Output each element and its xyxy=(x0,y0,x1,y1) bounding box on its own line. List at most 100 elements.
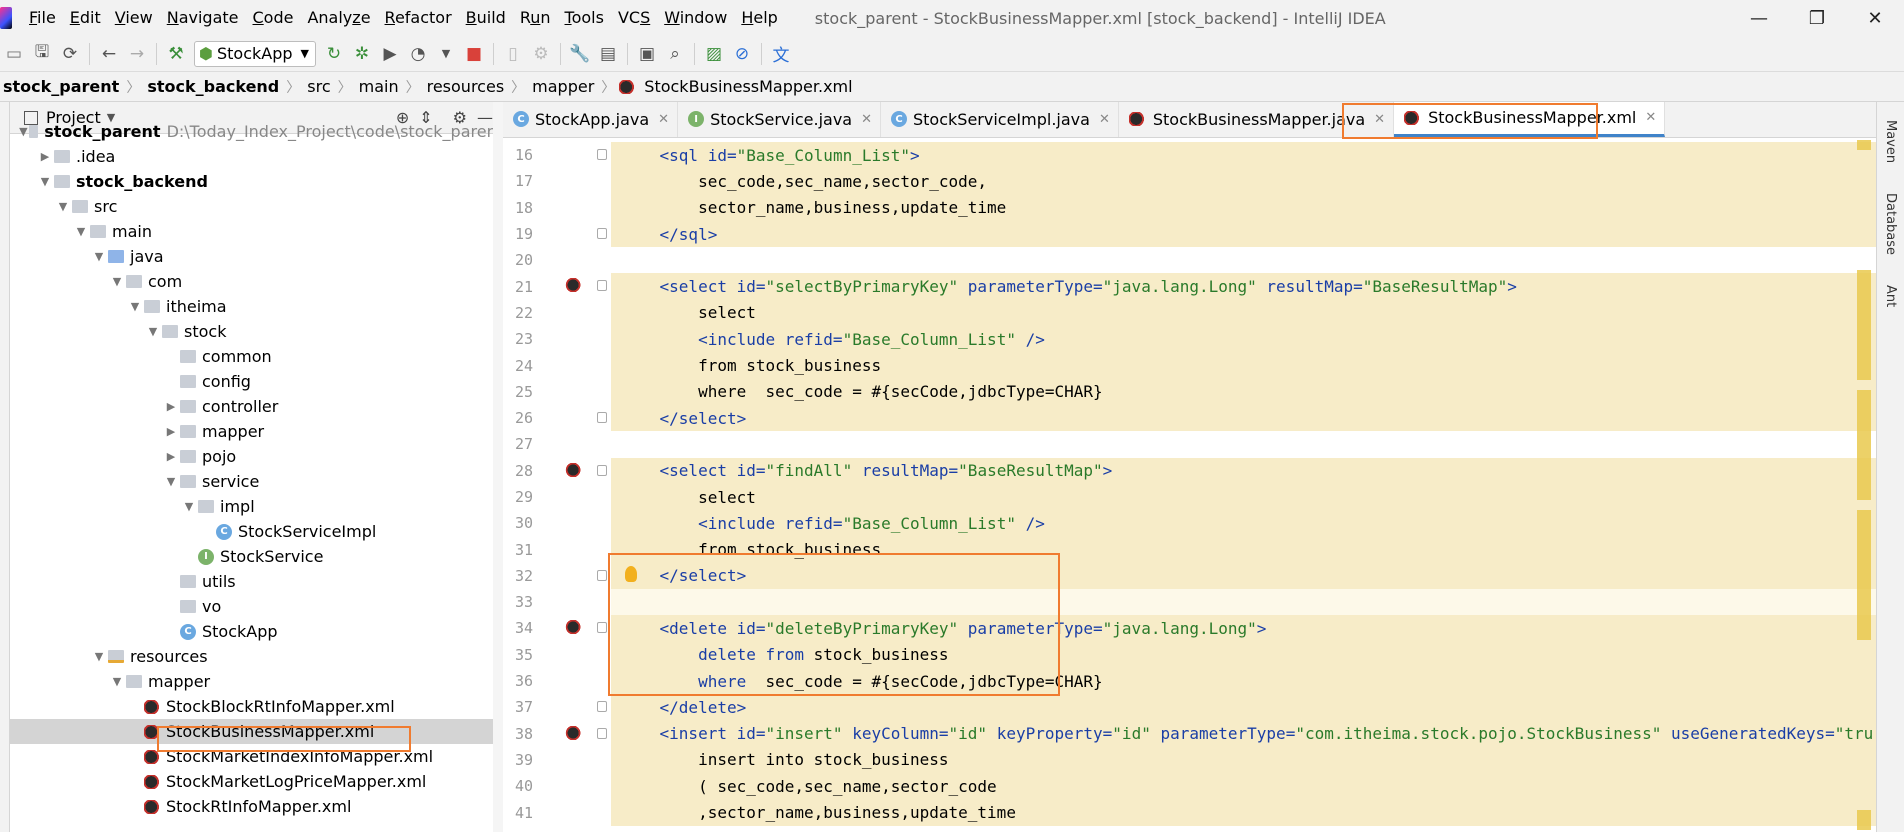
tool-window-database[interactable]: Database xyxy=(1883,193,1898,255)
fold-marker-icon[interactable] xyxy=(597,464,607,476)
tree-item[interactable]: C StockServiceImpl xyxy=(10,519,503,544)
tree-item[interactable]: ▶ mapper xyxy=(10,419,503,444)
save-all-icon[interactable]: 🖫 xyxy=(28,40,56,68)
tree-item[interactable]: I StockService xyxy=(10,544,503,569)
tree-item[interactable]: StockMarketIndexInfoMapper.xml xyxy=(10,744,503,769)
sync-icon[interactable]: ⟳ xyxy=(56,40,84,68)
tree-item[interactable]: ▼ stock_backend xyxy=(10,169,503,194)
code-line[interactable]: 26 </select> xyxy=(503,404,1876,432)
chevron-down-icon[interactable]: ▼ xyxy=(144,325,162,338)
fold-marker-icon[interactable] xyxy=(597,411,607,423)
tree-item[interactable]: ▼ service xyxy=(10,469,503,494)
coverage-icon[interactable]: ▶ xyxy=(376,40,404,68)
menu-item[interactable]: Run xyxy=(513,0,558,36)
fold-marker-icon[interactable] xyxy=(597,280,607,292)
tree-item[interactable]: ▼ src xyxy=(10,194,503,219)
minimize-button[interactable]: — xyxy=(1730,0,1788,36)
tab-stockapp-java[interactable]: C StockApp.java ✕ xyxy=(503,102,679,137)
chevron-down-icon[interactable]: ▼ xyxy=(126,300,144,313)
attach-debugger-icon[interactable]: ▯ xyxy=(499,40,527,68)
menu-item[interactable]: Build xyxy=(459,0,513,36)
code-line[interactable]: 17 sec_code,sec_name,sector_code, xyxy=(503,168,1876,195)
chevron-down-icon[interactable]: ▼ xyxy=(18,125,29,138)
hot-swap-icon[interactable]: ⚙ xyxy=(527,40,555,68)
menu-item[interactable]: View xyxy=(108,0,160,36)
tree-item[interactable]: ▼ com xyxy=(10,269,503,294)
fold-marker-icon[interactable] xyxy=(597,569,607,581)
tree-item[interactable]: ▼ java xyxy=(10,244,503,269)
menu-item[interactable]: File xyxy=(22,0,63,36)
menu-item[interactable]: Tools xyxy=(558,0,611,36)
code-line[interactable]: 24 from stock_business xyxy=(503,352,1876,379)
tool-window-maven[interactable]: Maven xyxy=(1883,120,1898,163)
tree-item[interactable]: C StockApp xyxy=(10,619,503,644)
search-icon[interactable]: ⌕ xyxy=(661,40,689,68)
code-line[interactable]: 28 <select id= "findAll" resultMap= "BaseR… xyxy=(503,457,1876,484)
chevron-down-icon[interactable]: ▼ xyxy=(90,650,108,663)
code-line[interactable]: 29 select xyxy=(503,483,1876,511)
chevron-down-icon[interactable]: ▼ xyxy=(90,250,108,263)
chevron-down-icon[interactable]: ▼ xyxy=(108,275,126,288)
tree-item[interactable]: ▼ impl xyxy=(10,494,503,519)
stripe-mark[interactable] xyxy=(1857,810,1871,830)
tool-window-ant[interactable]: Ant xyxy=(1883,285,1898,307)
breadcrumb-item[interactable]: src xyxy=(304,77,333,96)
translate-icon[interactable]: 文 xyxy=(767,40,795,68)
tree-item[interactable]: ▼ mapper xyxy=(10,669,503,694)
code-line[interactable]: 25 where sec_code = #{secCode,jdbcType=C… xyxy=(503,378,1876,405)
code-line[interactable]: 27 xyxy=(503,431,1876,457)
tab-stockbusinessmapper-xml[interactable]: StockBusinessMapper.xml ✕ xyxy=(1394,102,1666,137)
tree-item[interactable]: StockMarketLogPriceMapper.xml xyxy=(10,769,503,794)
tree-item[interactable]: ▼ resources xyxy=(10,644,503,669)
menu-item[interactable]: Edit xyxy=(63,0,108,36)
stop-icon[interactable]: ■ xyxy=(460,40,488,68)
chevron-right-icon[interactable]: ▶ xyxy=(36,150,54,163)
chevron-right-icon[interactable]: ▶ xyxy=(162,450,180,463)
breadcrumb-item[interactable]: main xyxy=(356,77,402,96)
tree-item[interactable]: ▶ controller xyxy=(10,394,503,419)
breadcrumb-item[interactable]: resources xyxy=(424,77,508,96)
code-line[interactable]: 39 insert into stock_business xyxy=(503,746,1876,774)
menu-item[interactable]: VCS xyxy=(611,0,657,36)
restore-button[interactable]: ❐ xyxy=(1788,0,1846,36)
tree-item[interactable]: ▼ main xyxy=(10,219,503,244)
close-icon[interactable]: ✕ xyxy=(861,112,872,127)
tree-item[interactable]: ▼ stock_parent D:\Today_Index_Project\cod… xyxy=(10,119,503,144)
tree-item[interactable]: common xyxy=(10,344,503,369)
code-line[interactable]: 38 <insert id= "insert" keyColumn= "id" ke… xyxy=(503,720,1876,747)
chevron-down-icon[interactable]: ▼ xyxy=(162,475,180,488)
chevron-down-icon[interactable]: ▼ xyxy=(72,225,90,238)
close-icon[interactable]: ✕ xyxy=(1099,112,1110,127)
code-line[interactable]: 21 <select id= "selectByPrimaryKey" param… xyxy=(503,273,1876,300)
tab-stockserviceimpl-java[interactable]: C StockServiceImpl.java ✕ xyxy=(881,102,1119,137)
code-line[interactable]: 23 <include refid= "Base_Column_List" /> xyxy=(503,326,1876,353)
code-line[interactable]: 36 where sec_code = #{secCode,jdbcType=C… xyxy=(503,667,1876,695)
build-hammer-icon[interactable]: ⚒ xyxy=(162,40,190,68)
mybatis-navigate-icon[interactable] xyxy=(565,278,583,293)
tab-stockservice-java[interactable]: I StockService.java ✕ xyxy=(678,102,881,137)
code-line[interactable]: 30 <include refid= "Base_Column_List" /> xyxy=(503,510,1876,537)
tree-item[interactable]: StockBusinessMapper.xml xyxy=(10,719,503,744)
breadcrumb-item[interactable]: stock_backend xyxy=(144,77,282,96)
tree-item[interactable]: ▶ .idea xyxy=(10,144,503,169)
chevron-down-icon[interactable]: ▼ xyxy=(54,200,72,213)
code-line[interactable]: 20 xyxy=(503,247,1876,273)
block-icon[interactable]: ⊘ xyxy=(728,40,756,68)
tree-item[interactable]: ▼ stock xyxy=(10,319,503,344)
code-line[interactable]: 22 select xyxy=(503,299,1876,327)
fold-marker-icon[interactable] xyxy=(597,622,607,634)
menu-item[interactable]: Navigate xyxy=(160,0,246,36)
statistic-icon[interactable]: ▨ xyxy=(700,40,728,68)
mybatis-navigate-icon[interactable] xyxy=(565,462,583,477)
mybatis-navigate-icon[interactable] xyxy=(565,725,583,740)
chevron-down-icon[interactable]: ▼ xyxy=(180,500,198,513)
fold-marker-icon[interactable] xyxy=(597,149,607,160)
stripe-mark[interactable] xyxy=(1857,390,1871,500)
lightbulb-icon[interactable] xyxy=(625,565,637,582)
code-area[interactable]: 16 <sql id= "Base_Column_List" >17 sec_cod… xyxy=(503,142,1876,826)
menu-item[interactable]: Refactor xyxy=(378,0,459,36)
tree-item[interactable]: vo xyxy=(10,594,503,619)
stripe-mark[interactable] xyxy=(1857,510,1871,640)
breadcrumb-item[interactable]: StockBusinessMapper.xml xyxy=(641,77,855,96)
menu-item[interactable]: Help xyxy=(734,0,784,36)
